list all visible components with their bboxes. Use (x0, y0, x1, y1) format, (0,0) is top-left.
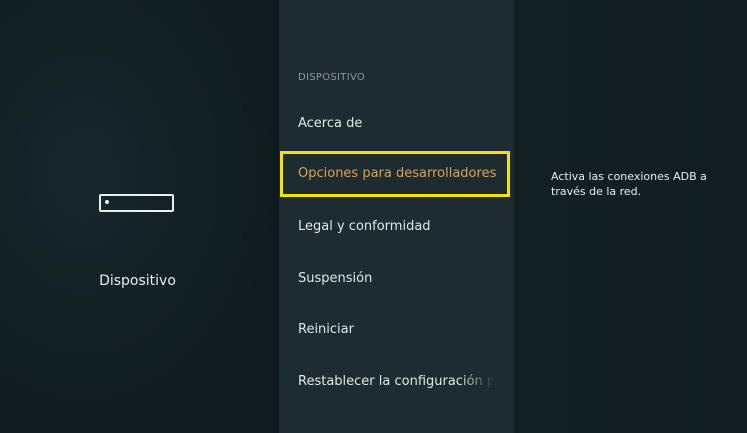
menu-item-restablecer[interactable]: Restablecer la configuración pr (298, 374, 494, 389)
menu-item-suspension[interactable]: Suspensión (298, 271, 498, 286)
category-panel: Dispositivo (0, 0, 279, 433)
settings-screen: Dispositivo DISPOSITIVO Acerca de Opcion… (0, 0, 747, 433)
streaming-device-icon (99, 194, 174, 212)
menu-section-header: DISPOSITIVO (298, 72, 366, 83)
settings-menu: DISPOSITIVO Acerca de Opciones para desa… (279, 0, 514, 433)
option-description: Activa las conexiones ADB a través de la… (551, 170, 707, 198)
description-panel: Activa las conexiones ADB a través de la… (514, 0, 747, 433)
menu-item-opciones-desarrolladores[interactable]: Opciones para desarrolladores (280, 151, 510, 197)
device-led-icon (105, 200, 109, 204)
menu-item-reiniciar[interactable]: Reiniciar (298, 322, 498, 337)
menu-item-legal-conformidad[interactable]: Legal y conformidad (298, 219, 498, 234)
menu-item-acerca-de[interactable]: Acerca de (298, 116, 498, 131)
category-label: Dispositivo (99, 273, 176, 289)
